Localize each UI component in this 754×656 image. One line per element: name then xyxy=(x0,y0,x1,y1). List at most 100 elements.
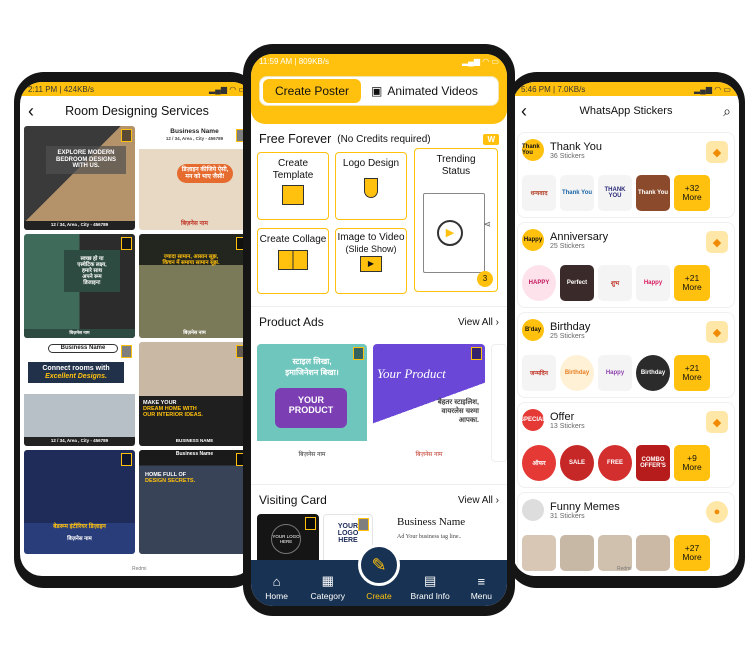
ad-product-label: YOUR PRODUCT xyxy=(275,388,347,428)
visiting-card-header: Visiting Card View All › xyxy=(251,484,507,507)
sticker[interactable]: THANK YOU xyxy=(598,175,632,211)
design-card[interactable]: ज्यादा सामान, आसान सूझ, किचन में समाया स… xyxy=(139,234,250,338)
nav-brand-info[interactable]: ▤ Brand Info xyxy=(408,573,452,601)
home-icon: ⌂ xyxy=(272,573,281,589)
bookmark-icon[interactable] xyxy=(305,517,316,530)
sticker-section-anniversary[interactable]: Happy Anniversary 25 Stickers ◆ HAPPY Pe… xyxy=(517,222,735,308)
nav-home[interactable]: ⌂ Home xyxy=(255,573,299,602)
bookmark-icon[interactable] xyxy=(121,129,132,142)
premium-diamond-icon[interactable]: ◆ xyxy=(706,411,728,433)
create-collage-option[interactable]: Create Collage xyxy=(257,228,329,294)
status-preview: ▶ xyxy=(423,193,485,273)
trending-status-option[interactable]: Trending Status ▶ ⋖ 3 xyxy=(414,148,498,292)
sticker-section-offer[interactable]: SPECIAL Offer 13 Stickers ◆ ऑफर SALE FRE… xyxy=(517,402,735,488)
sticker[interactable]: Birthday xyxy=(560,355,594,391)
design-card[interactable]: MAKE YOUR DREAM HOME WITH OUR INTERIOR I… xyxy=(139,342,250,446)
design-card[interactable]: स्वच्छ हो या एस्थेटिक लक्ष्य, हमारे साथ … xyxy=(24,234,135,338)
left-phone: 2:11 PM | 424KB/s ▂▄▆ ◠ ▭ ‹ Room Designi… xyxy=(14,72,260,588)
free-title: Free Forever xyxy=(259,132,332,146)
sticker[interactable]: Happy xyxy=(598,355,632,391)
view-all-link[interactable]: View All › xyxy=(458,495,499,506)
sticker[interactable]: शुभ xyxy=(598,265,632,301)
card-text: OUR INTERIOR IDEAS. xyxy=(143,412,203,419)
sticker[interactable]: Perfect xyxy=(560,265,594,301)
product-ad-card[interactable]: Your Product बेहतर स्टाइलिश, वायरलेस चश्… xyxy=(373,344,485,462)
design-card[interactable]: बेडरूम इंटीरियर डिज़ाइन बिज़नेस नाम xyxy=(24,450,135,554)
premium-diamond-icon[interactable]: ◆ xyxy=(706,231,728,253)
tab-animated-videos[interactable]: ▣ Animated Videos xyxy=(365,84,484,98)
sticker-section-birthday[interactable]: B'day Birthday 25 Stickers ◆ जन्मदिन Bir… xyxy=(517,312,735,398)
pen-nib-icon xyxy=(364,177,378,198)
bookmark-icon[interactable] xyxy=(471,347,482,360)
left-screen: 2:11 PM | 424KB/s ▂▄▆ ◠ ▭ ‹ Room Designi… xyxy=(20,82,254,576)
sticker[interactable]: Thank You xyxy=(560,175,594,211)
product-ad-card-partial[interactable] xyxy=(491,344,507,462)
bookmark-icon[interactable] xyxy=(121,345,132,358)
more-button[interactable]: +27 More xyxy=(674,535,710,571)
page-title: WhatsApp Stickers xyxy=(579,105,673,117)
bookmark-icon[interactable] xyxy=(121,237,132,250)
create-template-option[interactable]: Create Template xyxy=(257,152,329,220)
sticker[interactable]: COMBO OFFER'S xyxy=(636,445,670,481)
right-phone: 5:46 PM | 7.0KB/s ▂▄▆ ◠ ▭ ‹ WhatsApp Sti… xyxy=(507,72,745,588)
design-card[interactable]: Business Name 12 / 34, Area , City - 456… xyxy=(139,126,250,230)
option-label: Trending Status xyxy=(436,154,476,177)
meme-sticker[interactable] xyxy=(522,535,556,571)
design-card[interactable]: Business Name HOME FULL OF DESIGN SECRET… xyxy=(139,450,250,554)
sticker-section-thank-you[interactable]: Thank You Thank You 36 Stickers ◆ धन्यवा… xyxy=(517,132,735,218)
more-button[interactable]: +21 More xyxy=(674,265,710,301)
category-name: Funny Memes xyxy=(550,500,620,513)
bookmark-icon[interactable] xyxy=(121,453,132,466)
middle-phone: 11:59 AM | 809KB/s ▂▄▆ ◠ ▭ Create Poster… xyxy=(243,44,515,616)
sticker[interactable]: Thank You xyxy=(636,175,670,211)
video-icon: ▣ xyxy=(371,84,383,98)
credits-badge: W xyxy=(483,133,499,145)
meme-sticker[interactable] xyxy=(560,535,594,571)
premium-diamond-icon[interactable]: ◆ xyxy=(706,321,728,343)
meme-sticker[interactable] xyxy=(636,535,670,571)
tab-create-poster[interactable]: Create Poster xyxy=(263,79,362,103)
more-button[interactable]: +9 More xyxy=(674,445,710,481)
hamburger-menu-icon: ≡ xyxy=(477,573,486,589)
option-label: Create Template xyxy=(272,158,314,181)
sticker[interactable]: धन्यवाद xyxy=(522,175,556,211)
more-label: More xyxy=(682,552,702,562)
back-arrow-icon[interactable]: ‹ xyxy=(28,101,54,122)
visiting-card[interactable]: YOUR LOGO HERE xyxy=(257,514,319,564)
ad-script: Your Product xyxy=(377,366,446,381)
sticker[interactable]: जन्मदिन xyxy=(522,355,556,391)
product-ad-card[interactable]: स्टाइल लिखा, इमाजिनेशन बिखा। YOUR PRODUC… xyxy=(257,344,367,462)
sticker[interactable]: SALE xyxy=(560,445,594,481)
search-icon[interactable]: ⌕ xyxy=(705,103,731,120)
design-card[interactable]: EXPLORE MODERN BEDROOM DESIGNS WITH US. … xyxy=(24,126,135,230)
option-sub: (Slide Show) xyxy=(345,243,397,254)
card-footer: 12 / 34, Area , City - 456789 xyxy=(24,437,135,446)
sticker[interactable]: HAPPY xyxy=(522,265,556,301)
more-button[interactable]: +32 More xyxy=(674,175,710,211)
ad-text: इमाजिनेशन बिखा। xyxy=(285,368,339,377)
premium-badge-icon[interactable]: ● xyxy=(706,501,728,523)
status-time: 5:46 PM | 7.0KB/s xyxy=(521,84,586,94)
sticker[interactable]: FREE xyxy=(598,445,632,481)
status-bar: 2:11 PM | 424KB/s ▂▄▆ ◠ ▭ xyxy=(20,82,254,96)
category-name: Offer xyxy=(550,410,575,423)
view-all-link[interactable]: View All › xyxy=(458,317,499,328)
sticker[interactable]: Happy xyxy=(636,265,670,301)
premium-diamond-icon[interactable]: ◆ xyxy=(706,141,728,163)
create-fab-pencil-icon[interactable]: ✎ xyxy=(358,544,400,586)
image-to-video-option[interactable]: Image to Video (Slide Show) ▶ xyxy=(335,228,407,294)
app-bar: ‹ WhatsApp Stickers ⌕ xyxy=(513,96,739,126)
logo-design-option[interactable]: Logo Design xyxy=(335,152,407,220)
status-bar: 5:46 PM | 7.0KB/s ▂▄▆ ◠ ▭ xyxy=(513,82,739,96)
visiting-card[interactable]: Business Name Ad Your business tag line.… xyxy=(397,516,507,564)
design-card[interactable]: Business Name Connect rooms with Excelle… xyxy=(24,342,135,446)
sticker[interactable]: Birthday xyxy=(636,355,670,391)
back-arrow-icon[interactable]: ‹ xyxy=(521,101,547,122)
nav-category[interactable]: ▦ Category xyxy=(306,573,350,601)
sticker-section-funny-memes[interactable]: Funny Memes 31 Stickers ● +27 More xyxy=(517,492,735,576)
more-button[interactable]: +21 More xyxy=(674,355,710,391)
category-logo: Thank You xyxy=(522,139,544,161)
free-forever-header: Free Forever (No Credits required) W xyxy=(251,132,507,146)
nav-menu[interactable]: ≡ Menu xyxy=(459,573,503,602)
sticker[interactable]: ऑफर xyxy=(522,445,556,481)
